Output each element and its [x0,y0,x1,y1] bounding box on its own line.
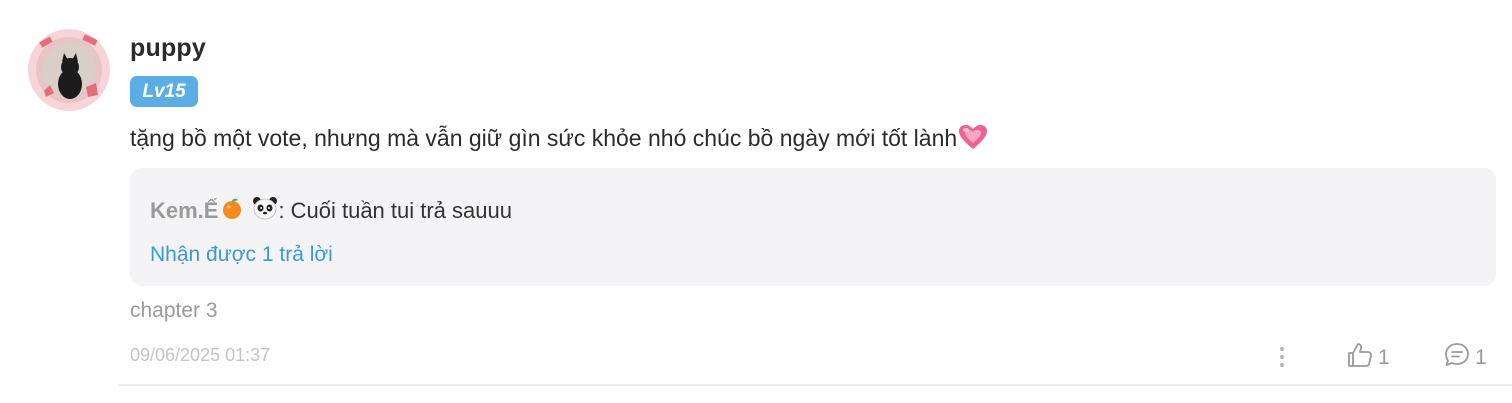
reply-button[interactable]: 1 [1443,341,1487,374]
chapter-label[interactable]: chapter 3 [130,299,218,323]
like-button[interactable]: 1 [1346,341,1390,374]
comment-body: tặng bồ một vote, nhưng mà vẫn giữ gìn s… [130,125,958,151]
thumbs-up-icon [1346,341,1374,374]
level-badge: Lv15 [130,76,198,107]
timestamp: 09/06/2025 01:37 [130,345,271,365]
reply-text: Cuối tuần tui trả sauuu [290,198,512,223]
reply-author[interactable]: Kem.Ế [150,198,218,224]
reply-preview[interactable]: Kem.Ế : Cuối tuần tui trả sauuu Nhận đượ [130,168,1496,286]
avatar[interactable] [28,29,110,111]
divider [118,384,1512,386]
more-options-icon[interactable] [1272,344,1292,370]
reply-line: Kem.Ế : Cuối tuần tui trả sauuu [150,196,512,226]
username[interactable]: puppy [130,34,206,63]
comment-text: tặng bồ một vote, nhưng mà vẫn giữ gìn s… [130,124,988,156]
like-count: 1 [1378,345,1390,369]
reply-separator: : [278,198,285,223]
panda-icon [252,196,278,226]
view-replies-link[interactable]: Nhận được 1 trả lời [150,243,333,267]
comment-bubble-icon [1443,341,1471,374]
growing-heart-icon [958,124,988,156]
tangerine-icon [220,196,244,226]
reply-total-count: 1 [1475,345,1487,369]
